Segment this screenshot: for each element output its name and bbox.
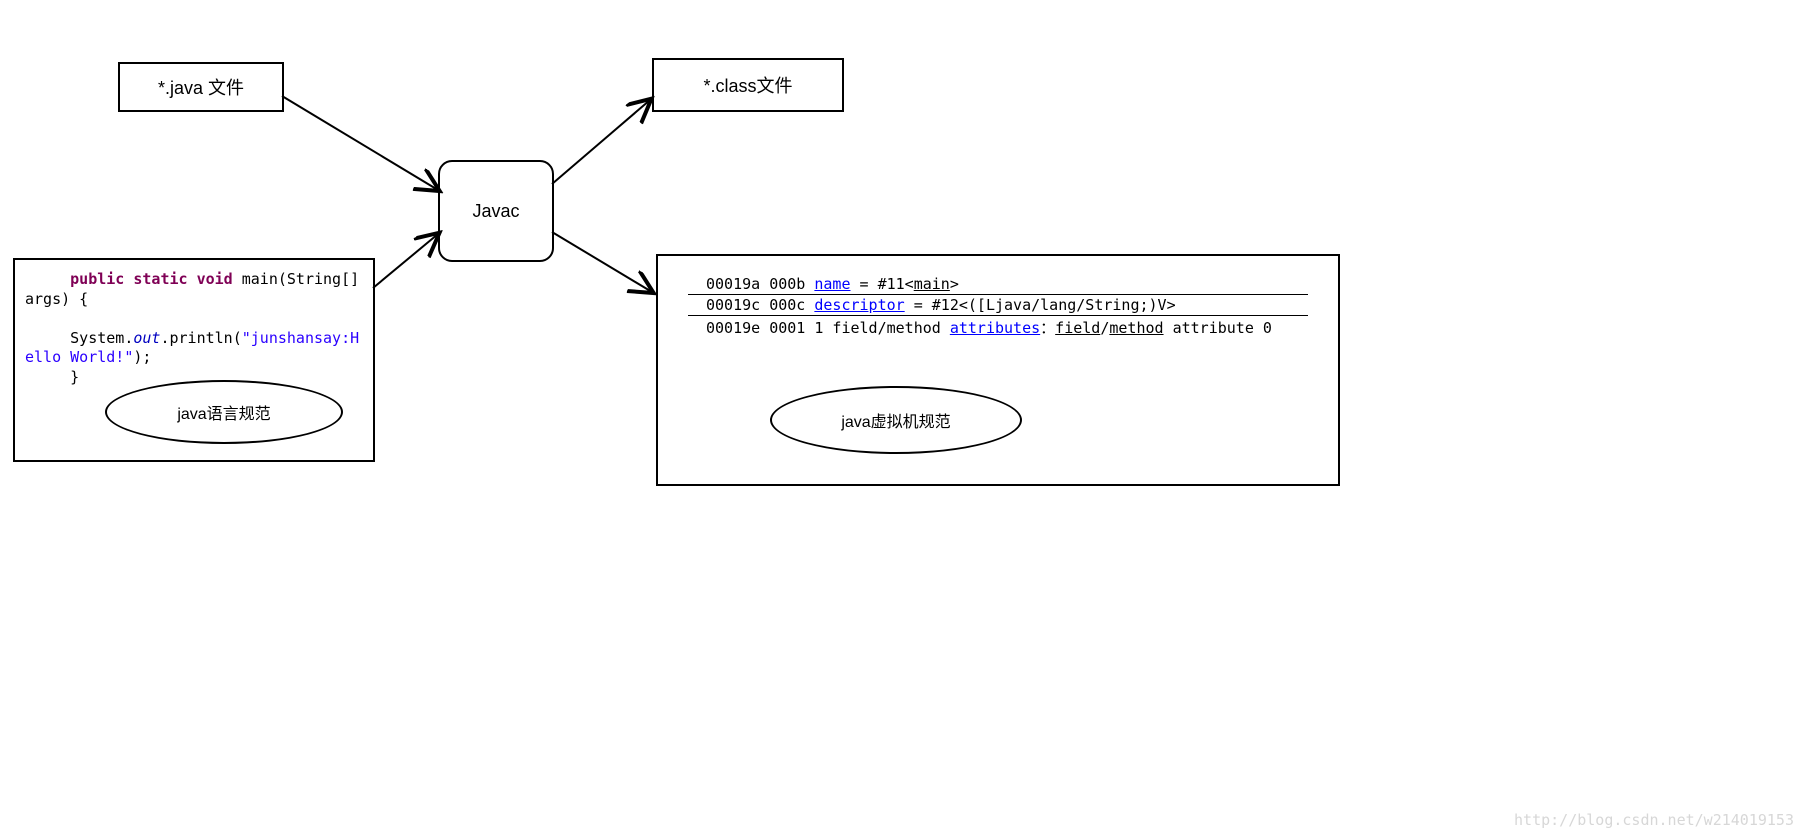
main-ref: main xyxy=(914,275,950,293)
java-file-label: *.java 文件 xyxy=(158,74,244,100)
source-code: public static void main(String[] args) {… xyxy=(15,260,373,391)
java-lang-spec-label: java语言规范 xyxy=(177,400,270,424)
close-brace: } xyxy=(70,368,79,386)
attributes-key: attributes xyxy=(950,319,1040,337)
call-end: ); xyxy=(133,348,151,366)
jvm-spec-ellipse: java虚拟机规范 xyxy=(770,386,1022,454)
class-file-label: *.class文件 xyxy=(703,72,792,98)
class-file-box: *.class文件 xyxy=(652,58,844,112)
watermark: http://blog.csdn.net/w214019153 xyxy=(1514,811,1794,829)
java-lang-spec-ellipse: java语言规范 xyxy=(105,380,343,444)
source-code-box: public static void main(String[] args) {… xyxy=(13,258,375,462)
bytecode-row-2: 00019c 000c descriptor = #12<([Ljava/lan… xyxy=(688,295,1308,316)
bytecode-box: 00019a 000b name = #11<main> 00019c 000c… xyxy=(656,254,1340,486)
javac-box: Javac xyxy=(438,160,554,262)
bytecode-row-1: 00019a 000b name = #11<main> xyxy=(688,274,1308,295)
println-call: .println( xyxy=(160,329,241,347)
name-key: name xyxy=(814,275,850,293)
javac-label: Javac xyxy=(472,201,519,222)
field-ref: field xyxy=(1055,319,1100,337)
bytecode-row-3: 00019e 0001 1 field/method attributes：fi… xyxy=(688,316,1308,339)
jvm-spec-label: java虚拟机规范 xyxy=(841,408,950,432)
descriptor-key: descriptor xyxy=(814,296,904,314)
java-file-box: *.java 文件 xyxy=(118,62,284,112)
out-field: out xyxy=(133,329,160,347)
bytecode-lines: 00019a 000b name = #11<main> 00019c 000c… xyxy=(658,256,1338,345)
kw-public-static-void: public static void xyxy=(70,270,233,288)
method-ref: method xyxy=(1109,319,1163,337)
